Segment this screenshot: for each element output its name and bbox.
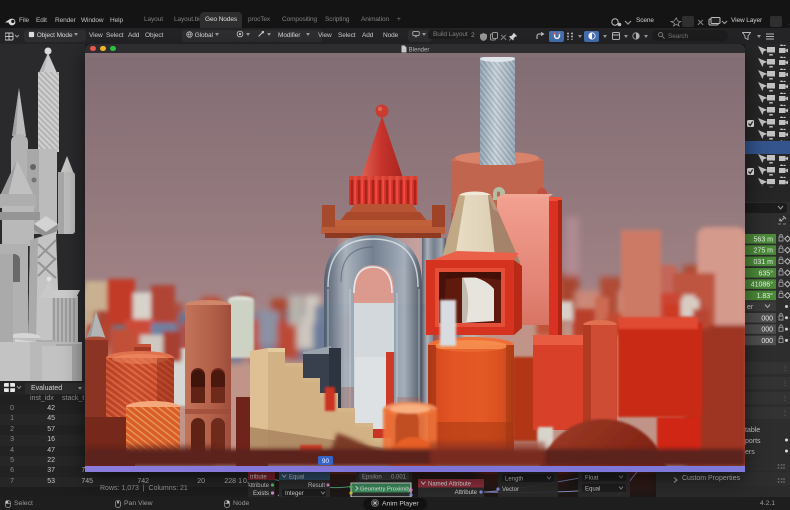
svg-text:Named Attribute: Named Attribute — [428, 482, 472, 488]
svg-text:563 m: 563 m — [754, 236, 774, 243]
svg-text:Float: Float — [585, 476, 599, 482]
svg-text:⋮⋮: ⋮⋮ — [782, 366, 790, 372]
svg-text:table: table — [745, 427, 760, 434]
svg-text:Attribute: Attribute — [455, 490, 478, 496]
svg-text:ers: ers — [745, 449, 755, 456]
svg-text:1.83°: 1.83° — [757, 292, 774, 300]
svg-text:000: 000 — [761, 327, 773, 334]
svg-text:0.001: 0.001 — [391, 475, 407, 481]
svg-text:Geometry Proximity: Geometry Proximity — [360, 487, 411, 493]
svg-text:000: 000 — [761, 338, 773, 345]
svg-text:275 m: 275 m — [754, 248, 774, 255]
svg-text:Length: Length — [505, 477, 523, 483]
svg-text:⋮⋮: ⋮⋮ — [782, 381, 790, 387]
svg-text:90: 90 — [322, 458, 330, 465]
svg-text:er: er — [747, 304, 754, 311]
svg-text:41086°: 41086° — [751, 281, 773, 289]
svg-text:⋮⋮: ⋮⋮ — [782, 411, 790, 417]
svg-text:Equal: Equal — [289, 475, 304, 481]
svg-text:⋮⋮: ⋮⋮ — [782, 396, 790, 402]
svg-text:Vector: Vector — [502, 487, 519, 493]
svg-text:031 m: 031 m — [754, 259, 774, 266]
svg-text:Attribute: Attribute — [248, 483, 270, 489]
svg-text:635°: 635° — [759, 269, 774, 277]
svg-text:Result: Result — [308, 483, 325, 489]
svg-text:000: 000 — [761, 315, 773, 322]
svg-text:tribute: tribute — [250, 475, 267, 481]
svg-text:ports: ports — [745, 438, 761, 445]
svg-text:Epsilon: Epsilon — [362, 475, 382, 481]
svg-text:Equal: Equal — [585, 487, 600, 493]
